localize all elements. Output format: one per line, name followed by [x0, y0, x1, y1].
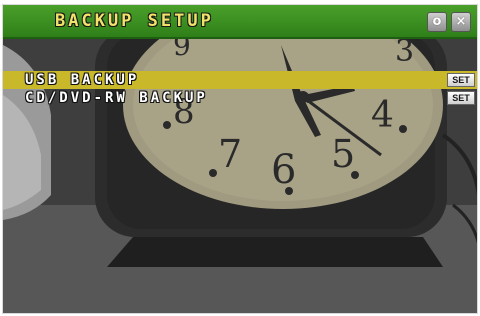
x-close-icon: × [455, 14, 467, 29]
svg-text:6: 6 [271, 147, 296, 193]
svg-text:7: 7 [218, 132, 242, 176]
dvr-screen: 8 7 6 5 4 3 9 BACKUP SETUP o × USB BACKU… [2, 4, 478, 314]
cd-dvd-backup-set-button[interactable]: SET [447, 91, 475, 105]
svg-text:5: 5 [331, 132, 355, 176]
menu-item-cd-dvd-backup[interactable]: CD/DVD-RW BACKUP SET [3, 89, 477, 107]
camera-background-image: 8 7 6 5 4 3 9 [3, 5, 477, 313]
usb-backup-set-button[interactable]: SET [447, 73, 475, 87]
menu-item-usb-backup[interactable]: USB BACKUP SET [3, 71, 477, 89]
menu-item-label: USB BACKUP [25, 72, 140, 88]
close-button[interactable]: × [451, 12, 471, 32]
title-bar: BACKUP SETUP o × [3, 5, 477, 39]
confirm-button[interactable]: o [427, 12, 447, 32]
circle-confirm-icon: o [432, 14, 442, 29]
window-title: BACKUP SETUP [55, 11, 214, 31]
menu-item-label: CD/DVD-RW BACKUP [25, 90, 208, 106]
svg-text:3: 3 [395, 34, 414, 69]
